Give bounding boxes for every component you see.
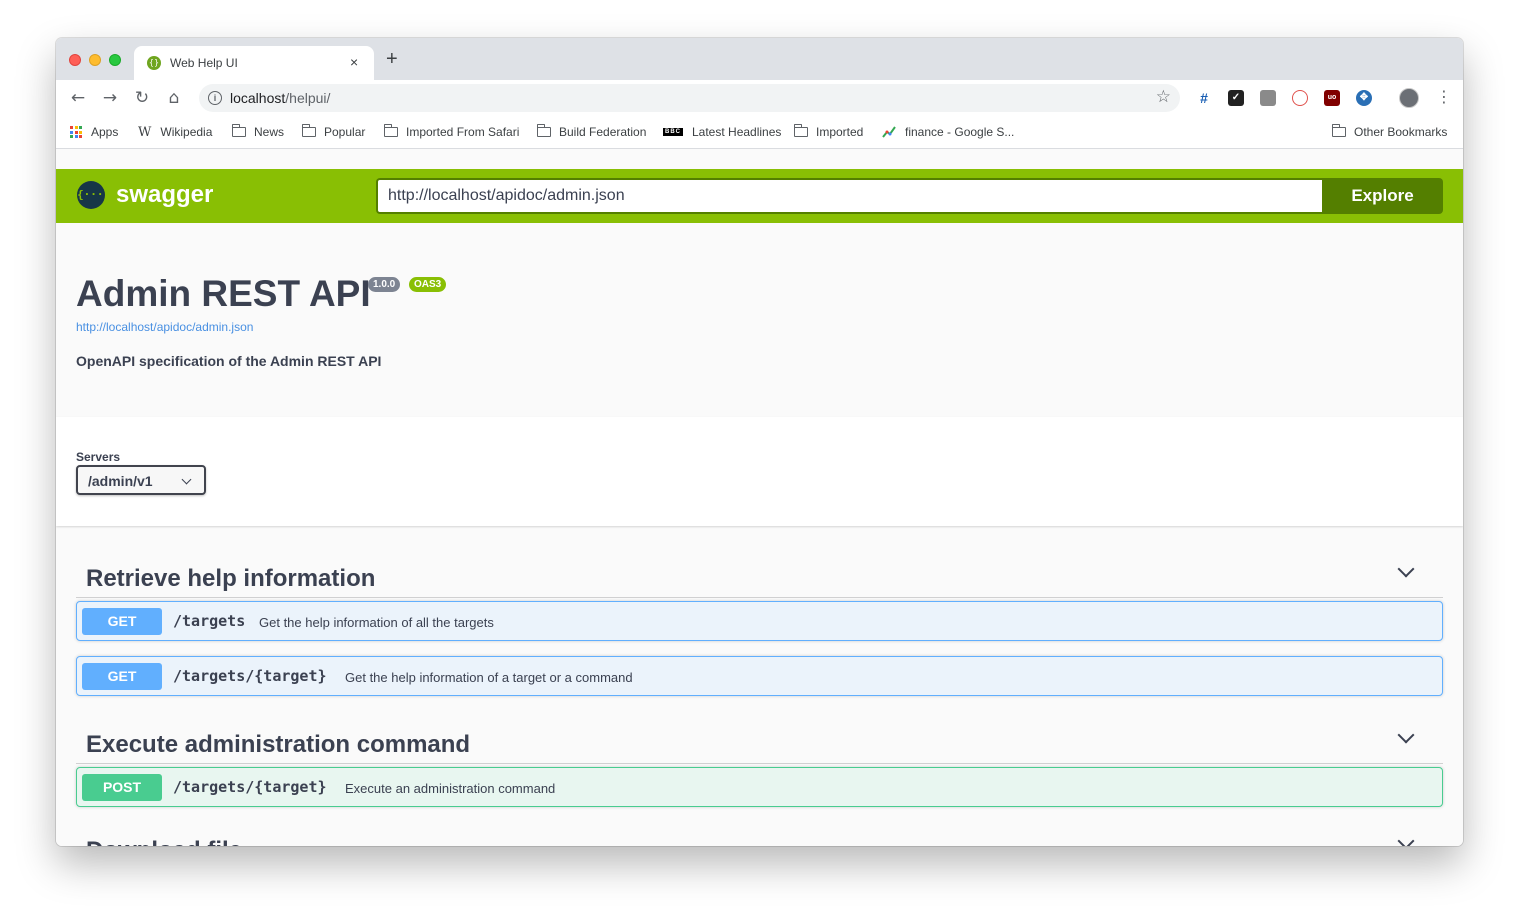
record-extension-icon[interactable] — [1292, 90, 1308, 106]
bookmark-imported-from-safari[interactable]: Imported From Safari — [384, 124, 519, 140]
swagger-favicon-icon: {} — [147, 56, 161, 70]
chevron-down-icon[interactable] — [1397, 560, 1415, 578]
swagger-topbar: {···} swagger Explore — [56, 169, 1463, 223]
bookmark-finance[interactable]: finance - Google S... — [882, 124, 1014, 140]
servers-label: Servers — [76, 450, 121, 464]
browser-window: {} Web Help UI × + ← → ↻ ⌂ i localhost/h… — [56, 38, 1463, 846]
reload-icon[interactable]: ↻ — [131, 87, 153, 109]
ublock-extension-icon[interactable]: uo — [1324, 90, 1340, 106]
tag-title: Download file — [86, 837, 242, 846]
operation-path: /targets/{target} — [173, 778, 327, 796]
site-info-icon[interactable]: i — [208, 91, 222, 105]
wikipedia-icon: W — [138, 124, 152, 140]
apps-grid-icon — [70, 126, 82, 138]
back-arrow-icon[interactable]: ← — [67, 87, 89, 109]
tag-title: Execute administration command — [86, 731, 471, 758]
oas3-badge: OAS3 — [409, 277, 447, 292]
servers-section: Servers /admin/v1 — [56, 417, 1463, 526]
bookmarks-bar: Apps W Wikipedia News Popular Imported Fr… — [56, 116, 1463, 149]
api-info: Admin REST API 1.0.0 OAS3 http://localho… — [56, 223, 1463, 417]
spec-url-input[interactable] — [376, 178, 1322, 214]
bookmark-star-icon[interactable]: ☆ — [1156, 87, 1171, 107]
tag-retrieve-help-information[interactable]: Retrieve help information — [76, 551, 1443, 598]
url-path: /helpui/ — [285, 90, 331, 106]
address-bar[interactable]: i localhost/helpui/ ☆ — [199, 84, 1180, 112]
bookmark-label: Apps — [91, 125, 119, 139]
bookmark-apps[interactable]: Apps — [70, 124, 118, 140]
close-window-button[interactable] — [69, 54, 81, 66]
tag-title: Retrieve help information — [86, 565, 376, 592]
url-host: localhost — [230, 90, 286, 106]
version-badge: 1.0.0 — [368, 277, 401, 292]
folder-icon — [794, 124, 808, 137]
api-title: Admin REST API — [76, 273, 371, 314]
minimize-window-button[interactable] — [89, 54, 101, 66]
url-text[interactable]: localhost/helpui/ — [230, 90, 330, 106]
chevron-down-icon[interactable] — [1397, 832, 1415, 846]
method-badge: POST — [82, 774, 162, 801]
bookmark-label: Latest Headlines — [692, 125, 782, 139]
chevron-down-icon — [181, 474, 192, 485]
tab-title: Web Help UI — [170, 56, 238, 70]
method-badge: GET — [82, 608, 162, 635]
bookmark-label: Wikipedia — [160, 125, 213, 139]
bookmark-latest-headlines[interactable]: BBC Latest Headlines — [663, 124, 781, 140]
explore-button[interactable]: Explore — [1322, 178, 1443, 214]
operation-get-target[interactable]: GET /targets/{target} Get the help infor… — [76, 656, 1443, 696]
checkmark-extension-icon[interactable]: ✓ — [1228, 90, 1244, 106]
bookmark-label: Imported — [816, 125, 864, 139]
close-tab-icon[interactable]: × — [350, 54, 358, 70]
profile-avatar[interactable] — [1399, 88, 1419, 108]
operation-get-targets[interactable]: GET /targets Get the help information of… — [76, 601, 1443, 641]
maximize-window-button[interactable] — [109, 54, 121, 66]
operation-summary: Execute an administration command — [345, 781, 556, 796]
network-extension-icon[interactable]: ✥ — [1356, 90, 1372, 106]
operation-path: /targets — [173, 612, 246, 630]
bookmark-label: Other Bookmarks — [1354, 125, 1448, 139]
bookmark-popular[interactable]: Popular — [302, 124, 365, 140]
swagger-page: {···} swagger Explore Admin REST API 1.0… — [56, 149, 1463, 846]
servers-selected-value: /admin/v1 — [88, 473, 153, 489]
browser-menu-icon[interactable]: ⋮ — [1436, 87, 1452, 107]
bookmark-label: finance - Google S... — [905, 125, 1015, 139]
bookmark-news[interactable]: News — [232, 124, 284, 140]
tag-execute-administration-command[interactable]: Execute administration command — [76, 717, 1443, 764]
tag-download-file[interactable]: Download file — [76, 823, 1443, 846]
bbc-icon: BBC — [663, 128, 683, 136]
tab-bar: {} Web Help UI × + — [56, 38, 1463, 80]
chevron-down-icon[interactable] — [1397, 726, 1415, 744]
home-icon[interactable]: ⌂ — [163, 87, 185, 109]
forward-arrow-icon[interactable]: → — [99, 87, 121, 109]
folder-icon — [1332, 124, 1346, 137]
folder-icon — [537, 124, 551, 137]
bookmark-imported[interactable]: Imported — [794, 124, 863, 140]
operation-post-target[interactable]: POST /targets/{target} Execute an admini… — [76, 767, 1443, 807]
swagger-logo-icon: {···} — [77, 181, 110, 209]
browser-toolbar: ← → ↻ ⌂ i localhost/helpui/ ☆ # ✓ uo ✥ ⋮ — [56, 80, 1463, 116]
bookmark-label: Popular — [324, 125, 366, 139]
bookmark-build-federation[interactable]: Build Federation — [537, 124, 646, 140]
bookmark-label: News — [254, 125, 285, 139]
hashtag-extension-icon[interactable]: # — [1196, 90, 1212, 106]
folder-icon — [232, 124, 246, 137]
spec-link[interactable]: http://localhost/apidoc/admin.json — [76, 320, 253, 334]
operation-summary: Get the help information of all the targ… — [259, 615, 494, 630]
api-description: OpenAPI specification of the Admin REST … — [76, 353, 382, 369]
bookmark-label: Imported From Safari — [406, 125, 520, 139]
operation-summary: Get the help information of a target or … — [345, 670, 633, 685]
new-tab-button[interactable]: + — [386, 49, 398, 69]
tab-web-help-ui[interactable]: {} Web Help UI × — [134, 46, 374, 80]
servers-select[interactable]: /admin/v1 — [76, 465, 206, 495]
folder-icon — [302, 124, 316, 137]
chart-extension-icon[interactable] — [1260, 90, 1276, 106]
bookmark-other-bookmarks[interactable]: Other Bookmarks — [1332, 124, 1447, 140]
method-badge: GET — [82, 663, 162, 690]
bookmark-label: Build Federation — [559, 125, 647, 139]
swagger-brand: swagger — [116, 181, 214, 208]
finance-icon — [882, 125, 896, 139]
bookmark-wikipedia[interactable]: W Wikipedia — [138, 124, 212, 140]
folder-icon — [384, 124, 398, 137]
operation-path: /targets/{target} — [173, 667, 327, 685]
